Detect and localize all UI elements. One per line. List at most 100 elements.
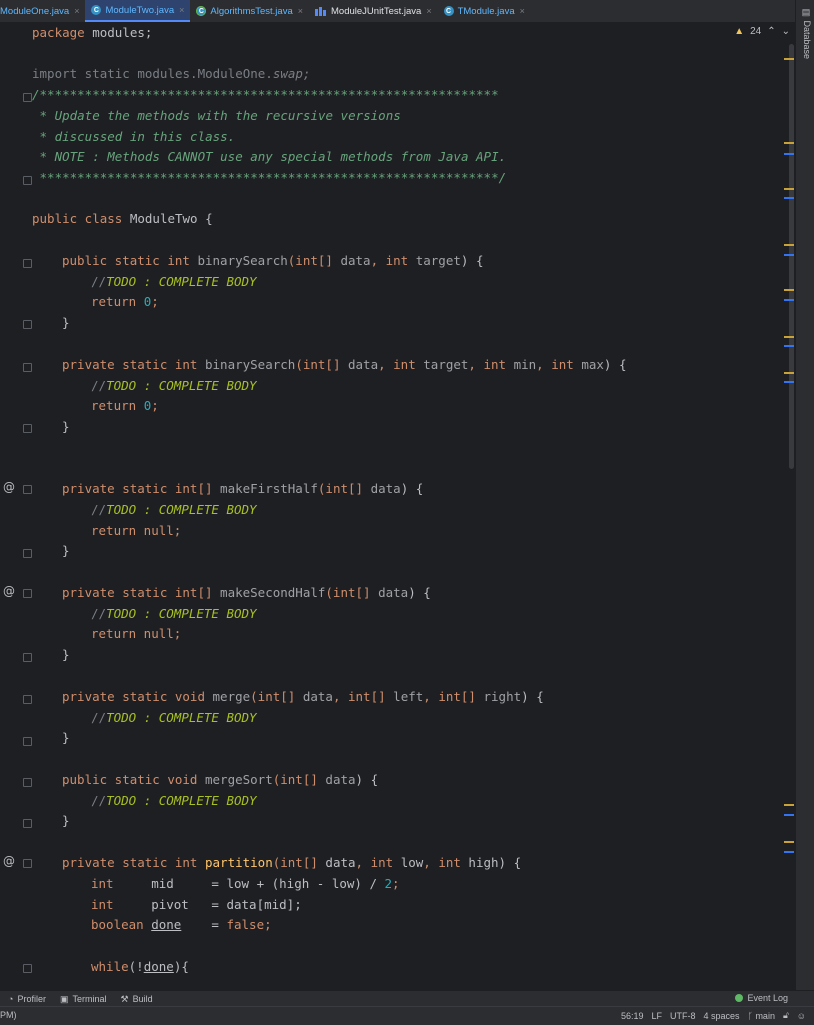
- info-marker[interactable]: [784, 814, 794, 816]
- info-marker[interactable]: [784, 299, 794, 301]
- chevron-up-icon[interactable]: ⌃: [767, 26, 775, 37]
- warning-marker[interactable]: [784, 336, 794, 338]
- code-line: int pivot = data[mid];: [91, 897, 302, 912]
- line-separator[interactable]: LF: [651, 1011, 662, 1021]
- lock-icon[interactable]: 🔓︎: [783, 1010, 789, 1021]
- fold-icon[interactable]: [23, 363, 32, 372]
- database-tool-tab[interactable]: ▤ Database: [802, 8, 812, 59]
- database-label: Database: [802, 20, 812, 60]
- close-icon[interactable]: ×: [179, 5, 184, 15]
- warning-marker[interactable]: [784, 372, 794, 374]
- fold-icon[interactable]: [23, 859, 32, 868]
- junit-icon: [315, 6, 327, 16]
- tool-window-bar: ◔ Profiler ▣ Terminal ⚒ Build Event Log: [0, 990, 814, 1007]
- fold-icon[interactable]: [23, 964, 32, 973]
- info-marker[interactable]: [784, 381, 794, 383]
- warning-marker[interactable]: [784, 289, 794, 291]
- build-tool-button[interactable]: ⚒ Build: [120, 994, 152, 1005]
- info-marker[interactable]: [784, 345, 794, 347]
- info-marker[interactable]: [784, 254, 794, 256]
- code-line: while(!done){: [91, 959, 189, 974]
- chevron-down-icon[interactable]: ⌄: [782, 26, 790, 37]
- info-marker[interactable]: [784, 197, 794, 199]
- fold-icon[interactable]: [23, 320, 32, 329]
- caret-position[interactable]: 56:19: [621, 1011, 644, 1021]
- code-line: package modules;: [32, 25, 153, 40]
- fold-icon[interactable]: [23, 589, 32, 598]
- code-line: }: [62, 543, 70, 558]
- code-line: }: [62, 813, 70, 828]
- override-icon[interactable]: @: [3, 854, 15, 868]
- code-line: public class ModuleTwo {: [32, 211, 213, 226]
- info-marker[interactable]: [784, 153, 794, 155]
- warning-count: 24: [750, 26, 762, 37]
- branch-icon: ᚴ: [747, 1010, 753, 1021]
- code-line: //TODO : COMPLETE BODY: [91, 502, 257, 517]
- status-message[interactable]: PM): [0, 1010, 17, 1020]
- terminal-tool-button[interactable]: ▣ Terminal: [60, 994, 107, 1005]
- tab-label: ModuleTwo.java: [105, 4, 175, 16]
- warning-marker[interactable]: [784, 58, 794, 60]
- right-tool-strip: ▤ Database: [795, 0, 814, 990]
- warning-icon: ▲: [734, 26, 745, 37]
- close-icon[interactable]: ×: [520, 6, 525, 16]
- warning-marker[interactable]: [784, 188, 794, 190]
- tab-moduleone[interactable]: ModuleOne.java ×: [0, 0, 85, 22]
- hammer-icon: ⚒: [120, 993, 129, 1004]
- warning-marker[interactable]: [784, 841, 794, 843]
- code-line: private static int partition(int[] data,…: [62, 855, 522, 870]
- code-line: //TODO : COMPLETE BODY: [91, 793, 257, 808]
- fold-icon[interactable]: [23, 485, 32, 494]
- fold-icon[interactable]: [23, 695, 32, 704]
- close-icon[interactable]: ×: [74, 6, 79, 16]
- file-encoding[interactable]: UTF-8: [670, 1011, 696, 1021]
- warning-marker[interactable]: [784, 244, 794, 246]
- inspector-icon[interactable]: ☺: [797, 1011, 806, 1021]
- fold-icon[interactable]: [23, 819, 32, 828]
- code-line: }: [62, 730, 70, 745]
- branch-name: main: [755, 1010, 775, 1021]
- code-line: private static int[] makeSecondHalf(int[…: [62, 585, 431, 600]
- tab-modulejunittest[interactable]: ModuleJUnitTest.java ×: [309, 0, 438, 22]
- fold-icon[interactable]: [23, 778, 32, 787]
- fold-icon[interactable]: [23, 93, 32, 102]
- git-branch-widget[interactable]: ᚴ main: [748, 1011, 775, 1021]
- override-icon[interactable]: @: [3, 480, 15, 494]
- profiler-label: Profiler: [17, 994, 46, 1004]
- vertical-scrollbar[interactable]: [789, 44, 794, 469]
- inspection-widget[interactable]: ▲ 24 ⌃ ⌄: [734, 26, 790, 37]
- fold-icon[interactable]: [23, 737, 32, 746]
- terminal-icon: ▣: [59, 993, 69, 1004]
- fold-icon[interactable]: [23, 549, 32, 558]
- fold-icon[interactable]: [23, 259, 32, 268]
- database-icon: ▤: [802, 8, 812, 18]
- tab-tmodule[interactable]: C TModule.java ×: [438, 0, 531, 22]
- indent-setting[interactable]: 4 spaces: [703, 1011, 739, 1021]
- event-log-button[interactable]: Event Log: [735, 993, 788, 1003]
- terminal-label: Terminal: [72, 994, 107, 1004]
- code-line: private static void merge(int[] data, in…: [62, 689, 544, 704]
- tab-moduletwo[interactable]: C ModuleTwo.java ×: [85, 0, 191, 22]
- fold-icon[interactable]: [23, 176, 32, 185]
- code-line: return 0;: [91, 294, 159, 309]
- close-icon[interactable]: ×: [298, 6, 303, 16]
- class-icon: C: [443, 6, 454, 16]
- code-line: * discussed in this class.: [32, 129, 236, 144]
- fold-icon[interactable]: [23, 653, 32, 662]
- code-line: boolean done = false;: [91, 917, 272, 932]
- close-icon[interactable]: ×: [426, 6, 431, 16]
- tab-algorithmstest[interactable]: C AlgorithmsTest.java ×: [190, 0, 309, 22]
- warning-marker[interactable]: [784, 804, 794, 806]
- code-line: //TODO : COMPLETE BODY: [91, 710, 257, 725]
- profiler-tool-button[interactable]: ◔ Profiler: [8, 994, 46, 1004]
- code-line: int mid = low + (high - low) / 2;: [91, 876, 400, 891]
- fold-icon[interactable]: [23, 424, 32, 433]
- override-icon[interactable]: @: [3, 584, 15, 598]
- code-editor[interactable]: package modules; import static modules.M…: [32, 23, 796, 990]
- code-line: ****************************************…: [32, 170, 507, 185]
- warning-marker[interactable]: [784, 142, 794, 144]
- editor-tab-bar: ModuleOne.java × C ModuleTwo.java × C Al…: [0, 0, 796, 23]
- info-marker[interactable]: [784, 851, 794, 853]
- code-line: }: [62, 315, 70, 330]
- code-line: private static int[] makeFirstHalf(int[]…: [62, 481, 424, 496]
